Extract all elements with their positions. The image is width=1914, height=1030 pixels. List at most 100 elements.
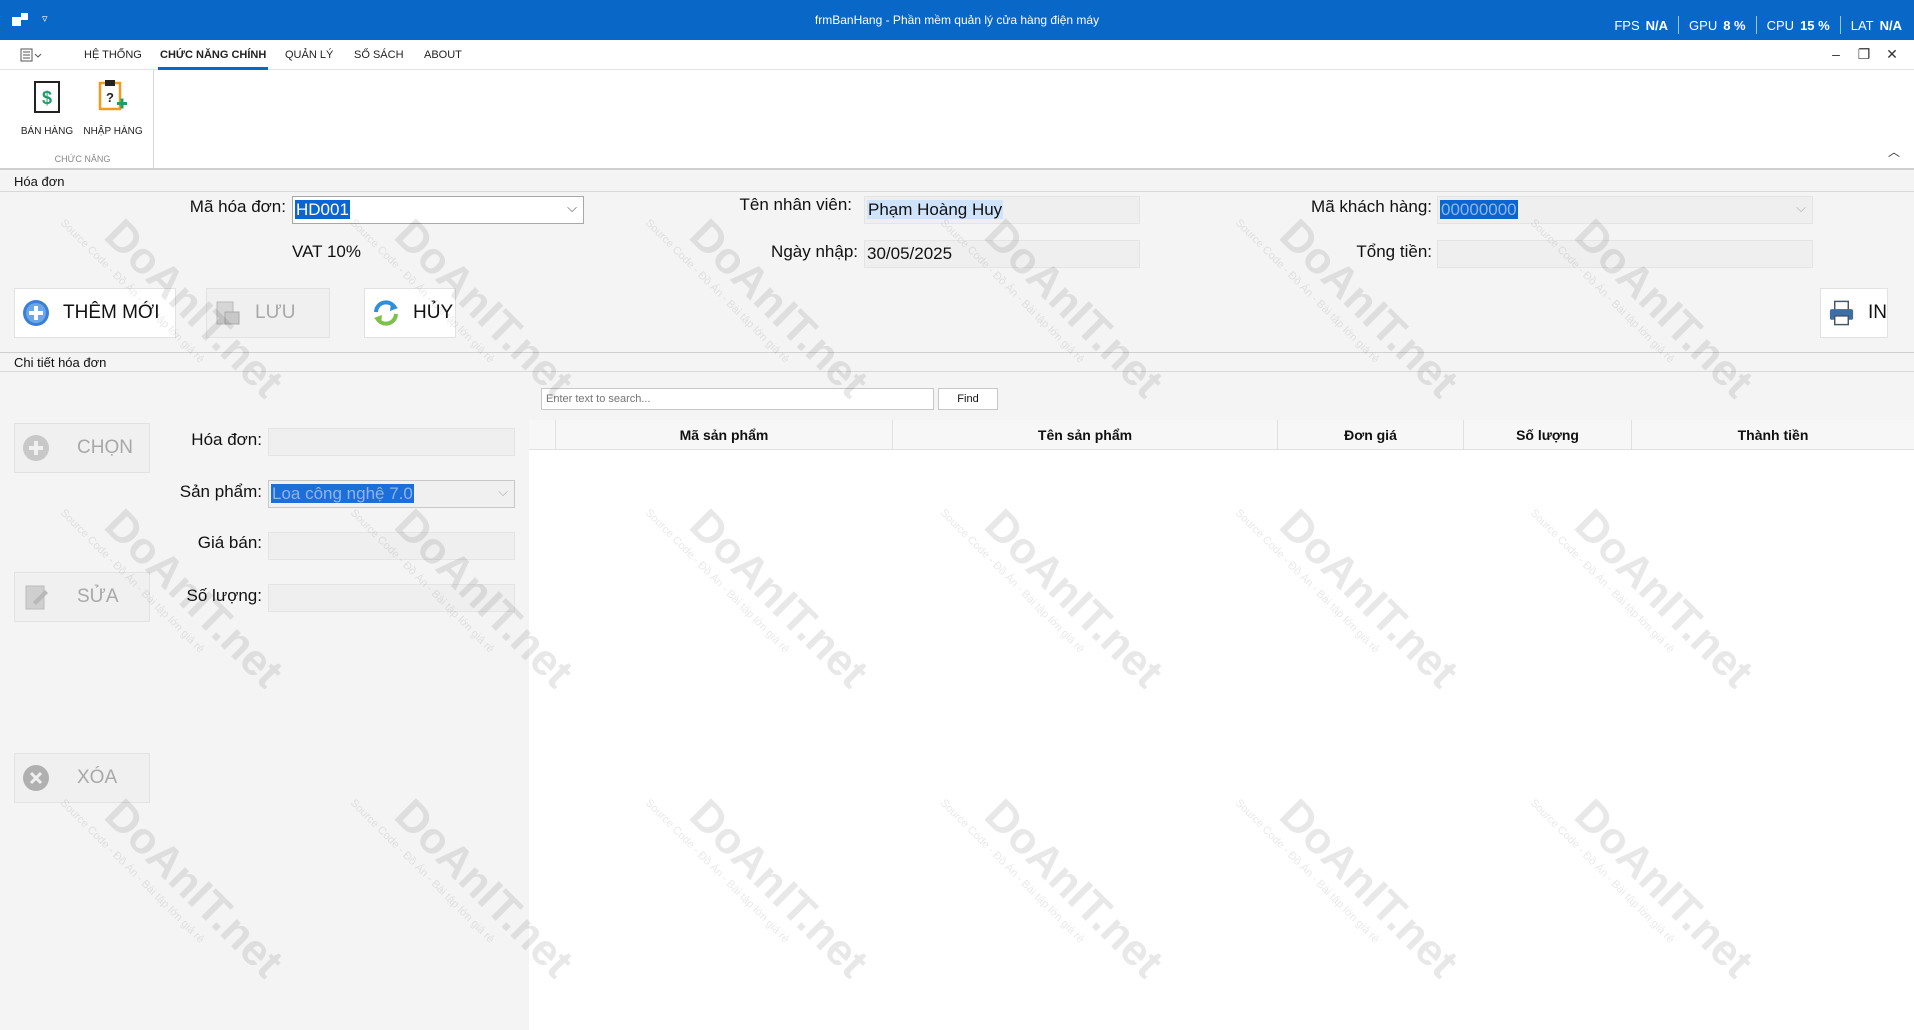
san-pham-combobox[interactable]: Loa công nghệ 7.0 ⌵ (268, 480, 515, 508)
stat-label: GPU (1689, 17, 1718, 33)
stat-label: LAT (1850, 17, 1874, 33)
printer-icon (1829, 300, 1854, 326)
san-pham-value: Loa công nghệ 7.0 (271, 484, 414, 503)
in-button[interactable]: IN (1820, 288, 1888, 338)
ten-nhan-vien-value: Phạm Hoàng Huy (867, 200, 1004, 219)
ten-nhan-vien-field[interactable]: Phạm Hoàng Huy (864, 196, 1140, 224)
delete-circle-icon (23, 765, 49, 791)
stat-lat: LAT N/A (1851, 18, 1902, 33)
collapse-ribbon-icon[interactable]: ︿ (1888, 143, 1900, 160)
column-header-ten-san-pham[interactable]: Tên sản phẩm (892, 420, 1277, 450)
ribbon-group-caption: CHỨC NĂNG (54, 154, 111, 164)
clipboard-add-icon: ? (98, 80, 127, 111)
sua-button[interactable]: SỬA (14, 572, 150, 622)
row-indicator-header (529, 420, 555, 450)
watermark: DoAnIT.netSource Code - Đồ Án - Bài tập … (642, 210, 878, 408)
performance-stats: FPS N/A GPU 8 % CPU 15 % LAT N/A (1614, 16, 1902, 34)
detail-group-title: Chi tiết hóa đơn (0, 352, 1914, 372)
nhap-hang-label: NHẬP HÀNG (83, 126, 143, 137)
tong-tien-label: Tổng tiền: (1356, 242, 1432, 261)
chevron-down-icon[interactable]: ⌵ (498, 484, 508, 500)
tab-quan-ly[interactable]: QUẢN LÝ (285, 49, 333, 61)
edit-document-icon (25, 585, 48, 610)
grid-header: Mã sản phẩm Tên sản phẩm Đơn giá Số lượn… (529, 420, 1914, 450)
ma-hoa-don-combobox[interactable]: HD001 ⌵ (292, 196, 584, 224)
in-label: IN (1868, 302, 1887, 323)
ten-nhan-vien-label: Tên nhân viên: (739, 195, 852, 214)
divider (1839, 16, 1841, 34)
nhap-hang-button[interactable]: ? NHẬP HÀNG (82, 76, 144, 138)
grid-search-input[interactable] (541, 388, 934, 410)
stat-value: N/A (1645, 17, 1669, 33)
ngay-nhap-label: Ngày nhập: (771, 242, 858, 261)
luu-label: LƯU (255, 302, 296, 323)
stat-label: CPU (1766, 17, 1795, 33)
gia-ban-field[interactable] (268, 532, 515, 560)
tab-he-thong[interactable]: HỆ THỐNG (84, 49, 142, 61)
stat-cpu: CPU 15 % (1767, 18, 1830, 33)
close-icon[interactable]: ✕ (1882, 46, 1902, 63)
ma-hoa-don-label: Mã hóa đơn: (189, 197, 286, 216)
watermark: DoAnIT.netSource Code - Đồ Án - Bài tập … (57, 790, 293, 988)
title-bar: ▿ frmBanHang - Phần mềm quản lý cửa hàng… (0, 0, 1914, 40)
tong-tien-field[interactable] (1437, 240, 1813, 268)
column-header-don-gia[interactable]: Đơn giá (1277, 420, 1463, 450)
ribbon-panel: $ BÁN HÀNG ? NHẬP HÀNG CHỨC NĂNG ︿ (0, 70, 1914, 170)
invoice-group-title: Hóa đơn (0, 172, 1914, 192)
column-header-ma-san-pham[interactable]: Mã sản phẩm (555, 420, 892, 450)
app-menu-icon[interactable] (20, 48, 44, 62)
tab-chuc-nang-chinh[interactable]: CHỨC NĂNG CHÍNH (157, 49, 269, 70)
save-printer-icon (216, 301, 240, 325)
plus-circle-icon (23, 435, 49, 461)
ma-khach-hang-combobox[interactable]: 00000000 ⌵ (1437, 196, 1813, 224)
hoa-don-field[interactable] (268, 428, 515, 456)
luu-button[interactable]: LƯU (206, 288, 330, 338)
so-luong-field[interactable] (268, 584, 515, 612)
svg-text:$: $ (42, 88, 52, 108)
column-header-thanh-tien[interactable]: Thành tiền (1631, 420, 1914, 450)
stat-label: FPS (1614, 17, 1640, 33)
refresh-icon (374, 300, 398, 326)
plus-circle-icon (23, 300, 49, 326)
huy-button[interactable]: HỦY (364, 288, 456, 338)
column-header-so-luong[interactable]: Số lượng (1463, 420, 1631, 450)
stat-value: N/A (1879, 17, 1902, 33)
restore-icon[interactable]: ❐ (1854, 46, 1874, 63)
san-pham-label: Sản phẩm: (179, 482, 262, 501)
gia-ban-label: Giá bán: (197, 533, 262, 552)
svg-text:?: ? (106, 90, 114, 105)
stat-value: 8 % (1723, 17, 1746, 33)
dollar-document-icon: $ (34, 81, 60, 113)
find-button[interactable]: Find (938, 388, 998, 410)
them-moi-button[interactable]: THÊM MỚI (14, 288, 176, 338)
minimize-icon[interactable]: – (1826, 46, 1846, 62)
chevron-down-icon[interactable]: ⌵ (1796, 200, 1806, 216)
ngay-nhap-value: 30/05/2025 (867, 244, 953, 263)
tab-about[interactable]: ABOUT (424, 49, 462, 61)
vat-label: VAT 10% (292, 242, 361, 261)
xoa-button[interactable]: XÓA (14, 753, 150, 803)
ngay-nhap-field[interactable]: 30/05/2025 (864, 240, 1140, 268)
so-luong-label: Số lượng: (186, 586, 262, 605)
huy-label: HỦY (413, 302, 454, 323)
ban-hang-label: BÁN HÀNG (20, 126, 74, 137)
stat-fps: FPS N/A (1614, 18, 1668, 33)
ribbon-group-chuc-nang: $ BÁN HÀNG ? NHẬP HÀNG CHỨC NĂNG (12, 70, 154, 168)
ma-hoa-don-value: HD001 (295, 200, 350, 219)
ma-khach-hang-label: Mã khách hàng: (1311, 197, 1432, 216)
detail-grid[interactable]: Mã sản phẩm Tên sản phẩm Đơn giá Số lượn… (529, 420, 1914, 1030)
hoa-don-label: Hóa đơn: (191, 430, 262, 449)
ma-khach-hang-value: 00000000 (1440, 200, 1518, 219)
divider (1755, 16, 1757, 34)
tab-so-sach[interactable]: SỔ SÁCH (354, 49, 404, 61)
stat-value: 15 % (1800, 17, 1830, 33)
xoa-label: XÓA (77, 767, 118, 788)
ban-hang-button[interactable]: $ BÁN HÀNG (16, 76, 78, 138)
chevron-down-icon[interactable]: ⌵ (567, 200, 577, 216)
stat-gpu: GPU 8 % (1689, 18, 1746, 33)
divider (1678, 16, 1680, 34)
ribbon-tab-bar: HỆ THỐNG CHỨC NĂNG CHÍNH QUẢN LÝ SỔ SÁCH… (0, 40, 1914, 70)
chon-button[interactable]: CHỌN (14, 423, 150, 473)
chon-label: CHỌN (77, 437, 133, 458)
them-moi-label: THÊM MỚI (63, 302, 160, 323)
